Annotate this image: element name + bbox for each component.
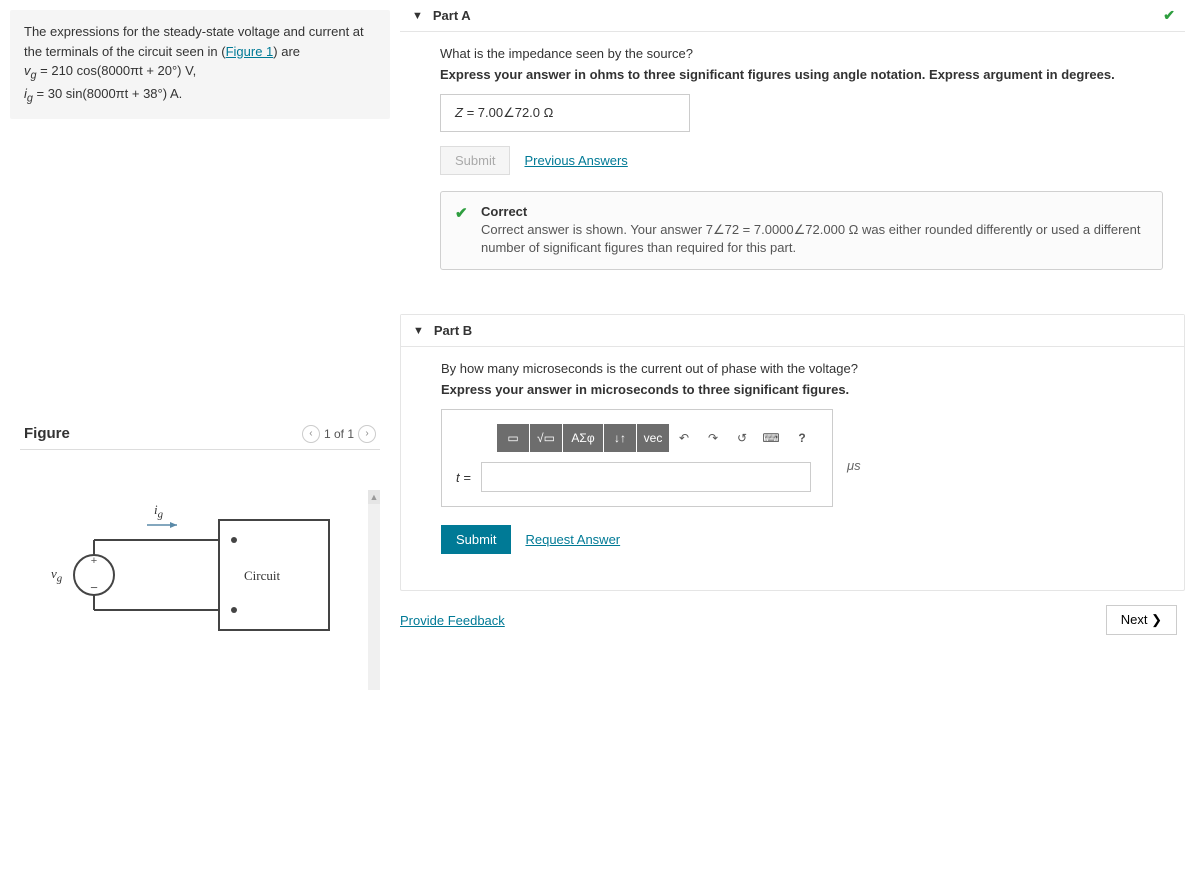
part-a-feedback: ✔ Correct Correct answer is shown. Your …	[440, 191, 1163, 270]
caret-down-icon: ▼	[412, 10, 423, 22]
undo-button[interactable]: ↶	[670, 424, 698, 452]
part-b-title: Part B	[434, 323, 472, 338]
part-a-answer-display: Z = 7.00∠72.0 Ω	[440, 94, 690, 132]
vec-button[interactable]: vec	[637, 424, 669, 452]
part-b: ▼ Part B By how many microseconds is the…	[400, 314, 1185, 591]
ig-label: ig	[154, 502, 163, 521]
problem-statement: The expressions for the steady-state vol…	[10, 10, 390, 119]
eq1-rhs: = 210 cos(8000πt + 20°) V,	[37, 63, 197, 78]
help-button[interactable]: ?	[786, 424, 818, 452]
figure-link[interactable]: Figure 1	[226, 44, 274, 59]
redo-button[interactable]: ↷	[699, 424, 727, 452]
part-a-title: Part A	[433, 8, 471, 23]
check-icon: ✔	[1163, 7, 1175, 24]
answer-input[interactable]	[481, 462, 811, 492]
answer-label: t =	[456, 470, 471, 485]
circuit-box-label: Circuit	[244, 568, 280, 584]
templates-button[interactable]: ▭	[497, 424, 529, 452]
part-a-submit-button: Submit	[440, 146, 510, 175]
part-b-header[interactable]: ▼ Part B	[401, 315, 1184, 347]
part-b-instruction: Express your answer in microseconds to t…	[441, 382, 1162, 397]
request-answer-link[interactable]: Request Answer	[525, 532, 620, 547]
part-a-header[interactable]: ▼ Part A ✔	[400, 0, 1185, 32]
figure-title: Figure	[24, 425, 70, 442]
scroll-up-icon[interactable]: ▲	[368, 490, 380, 504]
circuit-diagram: + − vg	[39, 490, 349, 640]
feedback-message: Correct answer is shown. Your answer 7∠7…	[481, 221, 1146, 257]
unit-label: μs	[847, 458, 861, 473]
subsup-button[interactable]: ↓↑	[604, 424, 636, 452]
svg-text:−: −	[90, 580, 98, 595]
next-button[interactable]: Next ❯	[1106, 605, 1177, 635]
vg-label: vg	[51, 566, 62, 585]
intro-text-pre: The expressions for the steady-state vol…	[24, 24, 364, 59]
figure-pager: ‹ 1 of 1 ›	[302, 425, 376, 443]
equation-toolbar: ▭ √▭ ΑΣφ ↓↑ vec ↶ ↷ ↺ ⌨ ?	[456, 424, 818, 452]
greek-button[interactable]: ΑΣφ	[563, 424, 603, 452]
previous-answers-link[interactable]: Previous Answers	[524, 153, 627, 168]
footer-row: Provide Feedback Next ❯	[400, 591, 1185, 645]
answer-box: ▭ √▭ ΑΣφ ↓↑ vec ↶ ↷ ↺ ⌨ ? t =	[441, 409, 833, 507]
figure-panel: Figure ‹ 1 of 1 › ▲	[10, 419, 390, 690]
intro-text-post: ) are	[273, 44, 300, 59]
figure-next-button[interactable]: ›	[358, 425, 376, 443]
reset-button[interactable]: ↺	[728, 424, 756, 452]
feedback-title: Correct	[481, 204, 1146, 219]
caret-down-icon: ▼	[413, 325, 424, 337]
figure-viewport: ▲ + −	[20, 490, 380, 690]
part-b-question: By how many microseconds is the current …	[441, 361, 1162, 376]
svg-text:+: +	[91, 555, 97, 567]
part-a-instruction: Express your answer in ohms to three sig…	[440, 67, 1163, 82]
keyboard-button[interactable]: ⌨	[757, 424, 785, 452]
figure-pager-text: 1 of 1	[324, 427, 354, 441]
eq2-rhs: = 30 sin(8000πt + 38°) A.	[33, 86, 182, 101]
root-button[interactable]: √▭	[530, 424, 562, 452]
part-a: ▼ Part A ✔ What is the impedance seen by…	[400, 0, 1185, 290]
part-a-question: What is the impedance seen by the source…	[440, 46, 1163, 61]
figure-prev-button[interactable]: ‹	[302, 425, 320, 443]
check-icon: ✔	[455, 204, 468, 222]
provide-feedback-link[interactable]: Provide Feedback	[400, 613, 505, 628]
part-b-submit-button[interactable]: Submit	[441, 525, 511, 554]
